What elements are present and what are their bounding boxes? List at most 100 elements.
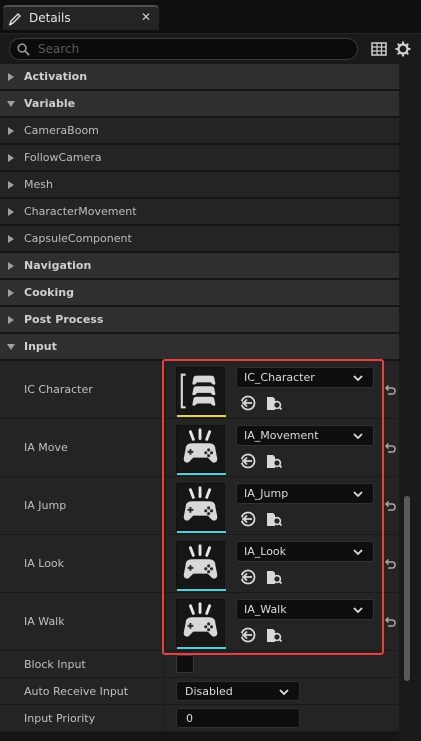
reset-to-default-icon[interactable] xyxy=(383,383,397,397)
prop-ia-walk: IA Walk IA_Walk xyxy=(0,593,399,651)
category-label: Cooking xyxy=(24,286,74,299)
chevron-down-icon xyxy=(353,607,363,614)
expand-arrow-icon xyxy=(8,154,14,162)
expand-arrow-icon xyxy=(8,208,14,216)
close-icon[interactable]: ✕ xyxy=(141,10,151,24)
variable-item-cameraboom[interactable]: CameraBoom xyxy=(0,118,399,144)
variable-item-charactermovement[interactable]: CharacterMovement xyxy=(0,199,399,225)
variable-item-followcamera[interactable]: FollowCamera xyxy=(0,145,399,171)
asset-thumbnail[interactable] xyxy=(176,483,226,533)
asset-thumbnail[interactable] xyxy=(176,367,226,417)
scrollbar-thumb[interactable] xyxy=(404,496,410,681)
gamepad-icon xyxy=(183,428,218,463)
variable-item-label: Mesh xyxy=(24,178,53,191)
input-mapping-context-icon xyxy=(180,373,216,409)
column-divider xyxy=(164,535,165,593)
asset-thumbnail[interactable] xyxy=(176,425,226,475)
column-divider xyxy=(164,593,165,651)
reset-to-default-icon[interactable] xyxy=(383,615,397,629)
asset-picker-value: IA_Walk xyxy=(244,603,287,616)
variable-item-label: CapsuleComponent xyxy=(24,232,132,245)
use-selected-asset-icon[interactable] xyxy=(239,510,257,528)
variable-item-label: CharacterMovement xyxy=(24,205,137,218)
chevron-down-icon xyxy=(353,549,363,556)
reset-to-default-icon[interactable] xyxy=(383,557,397,571)
browse-asset-icon[interactable] xyxy=(265,394,283,412)
reset-to-default-icon[interactable] xyxy=(383,441,397,455)
collapse-arrow-icon xyxy=(7,344,15,350)
expand-arrow-icon xyxy=(8,316,14,324)
prop-label: Block Input xyxy=(24,658,86,671)
scrollbar[interactable] xyxy=(399,64,421,741)
asset-thumbnail[interactable] xyxy=(176,541,226,591)
search-box xyxy=(9,38,358,60)
prop-ia-look: IA Look IA_Look xyxy=(0,535,399,593)
table-view-icon[interactable] xyxy=(370,40,388,58)
auto-receive-input-dropdown[interactable]: Disabled xyxy=(176,681,300,701)
prop-label: IA Jump xyxy=(24,499,67,512)
column-divider xyxy=(164,705,165,732)
asset-type-color-bar xyxy=(177,531,226,533)
category-input[interactable]: Input xyxy=(0,334,399,360)
collapse-arrow-icon xyxy=(7,101,15,107)
use-selected-asset-icon[interactable] xyxy=(239,452,257,470)
prop-auto-receive-input: Auto Receive Input Disabled xyxy=(0,678,399,705)
expand-arrow-icon xyxy=(8,127,14,135)
reset-to-default-icon[interactable] xyxy=(383,499,397,513)
tab-title: Details xyxy=(29,11,71,25)
gear-icon[interactable] xyxy=(394,40,412,58)
gamepad-icon xyxy=(183,486,218,521)
category-navigation[interactable]: Navigation xyxy=(0,253,399,279)
use-selected-asset-icon[interactable] xyxy=(239,568,257,586)
asset-picker-combo[interactable]: IA_Movement xyxy=(236,425,374,446)
search-icon xyxy=(17,43,30,56)
variable-item-capsulecomponent[interactable]: CapsuleComponent xyxy=(0,226,399,252)
column-divider xyxy=(164,361,165,419)
prop-ia-jump: IA Jump IA_Jump xyxy=(0,477,399,535)
input-priority-field[interactable]: 0 xyxy=(176,708,300,728)
asset-picker-combo[interactable]: IA_Look xyxy=(236,541,374,562)
browse-asset-icon[interactable] xyxy=(265,452,283,470)
prop-input-priority: Input Priority 0 xyxy=(0,705,399,732)
pencil-icon xyxy=(8,13,21,26)
asset-picker-value: IA_Jump xyxy=(244,487,289,500)
category-activation[interactable]: Activation xyxy=(0,64,399,90)
details-toolbar xyxy=(0,34,421,64)
use-selected-asset-icon[interactable] xyxy=(239,626,257,644)
block-input-checkbox[interactable] xyxy=(176,655,194,673)
asset-type-color-bar xyxy=(177,415,226,417)
asset-picker-combo[interactable]: IC_Character xyxy=(236,367,374,388)
category-cooking[interactable]: Cooking xyxy=(0,280,399,306)
expand-arrow-icon xyxy=(8,181,14,189)
asset-type-color-bar xyxy=(177,589,226,591)
variable-item-mesh[interactable]: Mesh xyxy=(0,172,399,198)
browse-asset-icon[interactable] xyxy=(265,626,283,644)
asset-picker-value: IA_Look xyxy=(244,545,287,558)
category-label: Post Process xyxy=(24,313,104,326)
gamepad-icon xyxy=(183,544,218,579)
search-input[interactable] xyxy=(38,41,348,57)
category-label: Navigation xyxy=(24,259,92,272)
use-selected-asset-icon[interactable] xyxy=(239,394,257,412)
category-post-process[interactable]: Post Process xyxy=(0,307,399,333)
browse-asset-icon[interactable] xyxy=(265,510,283,528)
prop-label: Input Priority xyxy=(24,712,96,725)
expand-arrow-icon xyxy=(8,235,14,243)
browse-asset-icon[interactable] xyxy=(265,568,283,586)
category-label: Variable xyxy=(24,97,76,110)
expand-arrow-icon xyxy=(8,289,14,297)
category-variable[interactable]: Variable xyxy=(0,91,399,117)
asset-type-color-bar xyxy=(177,647,226,649)
chevron-down-icon xyxy=(353,433,363,440)
prop-block-input: Block Input xyxy=(0,651,399,678)
asset-picker-combo[interactable]: IA_Walk xyxy=(236,599,374,620)
prop-label: IA Look xyxy=(24,557,65,570)
prop-label: IA Walk xyxy=(24,615,65,628)
asset-picker-combo[interactable]: IA_Jump xyxy=(236,483,374,504)
prop-label: IA Move xyxy=(24,441,68,454)
category-label: Input xyxy=(24,340,57,353)
tab-details[interactable]: Details ✕ xyxy=(3,5,159,30)
variable-item-label: CameraBoom xyxy=(24,124,99,137)
column-divider xyxy=(164,678,165,705)
asset-thumbnail[interactable] xyxy=(176,599,226,649)
